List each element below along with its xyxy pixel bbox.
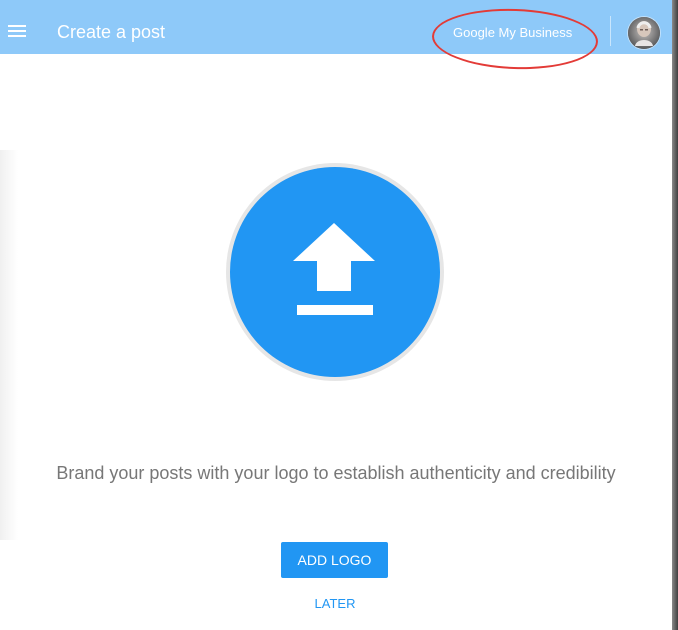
upload-icon [293,223,375,321]
user-avatar[interactable] [628,17,660,49]
user-avatar-icon [628,17,660,49]
add-logo-button[interactable]: ADD LOGO [281,542,388,578]
page-title: Create a post [57,22,166,42]
header-divider [610,16,611,46]
annotation-circle [431,6,599,72]
create-post-page: Create a post Google My Business Brand y… [0,0,678,630]
logo-message: Brand your posts with your logo to estab… [56,463,616,483]
upload-logo-area[interactable] [230,167,440,377]
later-button[interactable]: LATER [292,592,378,616]
window-edge [672,0,678,630]
menu-button[interactable] [0,12,34,46]
app-bar: Create a post Google My Business [0,0,672,72]
hamburger-menu-icon [8,25,26,37]
